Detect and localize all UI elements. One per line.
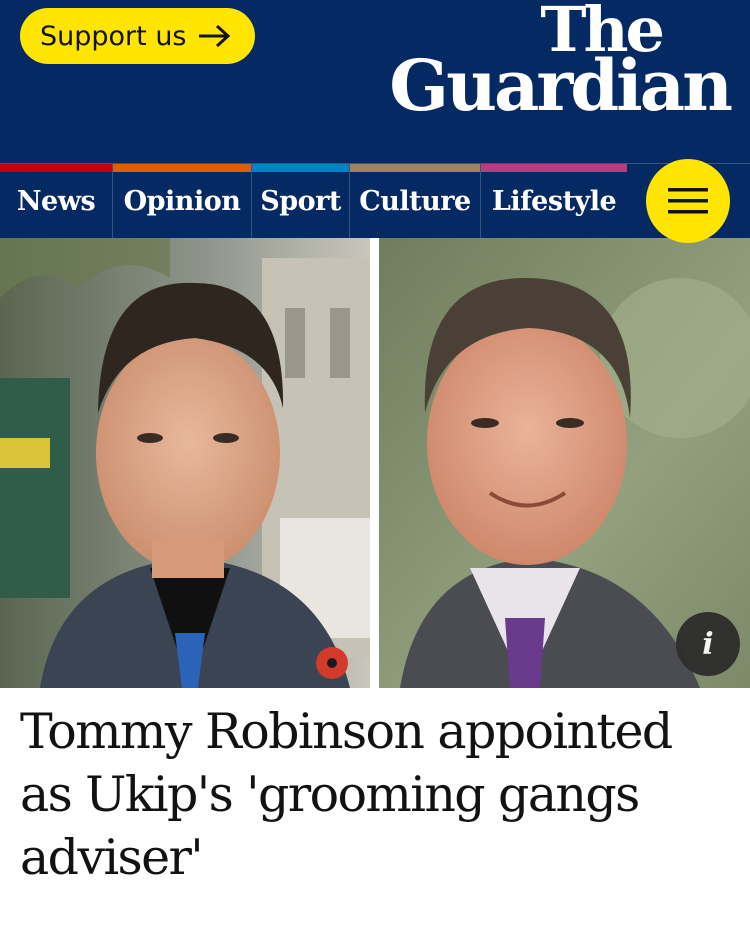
nav-label-culture: Culture	[359, 185, 471, 217]
info-icon: i	[702, 626, 714, 662]
nav-item-culture[interactable]: Culture	[350, 164, 481, 238]
guardian-logo[interactable]: The Guardian	[380, 0, 733, 127]
support-us-label: Support us	[40, 20, 187, 52]
nav-item-lifestyle[interactable]: Lifestyle	[481, 164, 627, 238]
nav-label-sport: Sport	[260, 185, 341, 217]
nav-label-lifestyle: Lifestyle	[491, 185, 617, 217]
menu-button[interactable]	[646, 159, 730, 243]
nav-bar-lifestyle	[481, 164, 627, 172]
masthead: Support us The Guardian	[0, 0, 750, 163]
nav-label-news: News	[16, 185, 96, 217]
nav-bar-news	[0, 164, 112, 172]
arrow-right-icon	[197, 23, 231, 49]
image-info-button[interactable]: i	[676, 612, 740, 676]
nav-bar-opinion	[113, 164, 251, 172]
main-nav: News Opinion Sport Culture Lifestyle	[0, 163, 750, 238]
logo-line-2: Guardian	[389, 44, 733, 127]
nav-bar-culture	[350, 164, 480, 172]
portraits-image	[0, 238, 750, 688]
nav-item-news[interactable]: News	[0, 164, 113, 238]
nav-label-opinion: Opinion	[123, 185, 241, 217]
nav-bar-sport	[252, 164, 349, 172]
hamburger-icon	[668, 188, 708, 214]
article-headline: Tommy Robinson appointed as Ukip's 'groo…	[20, 703, 673, 886]
article-main-image[interactable]	[0, 238, 750, 688]
nav-item-opinion[interactable]: Opinion	[113, 164, 252, 238]
support-us-button[interactable]: Support us	[20, 8, 255, 64]
nav-item-sport[interactable]: Sport	[252, 164, 350, 238]
